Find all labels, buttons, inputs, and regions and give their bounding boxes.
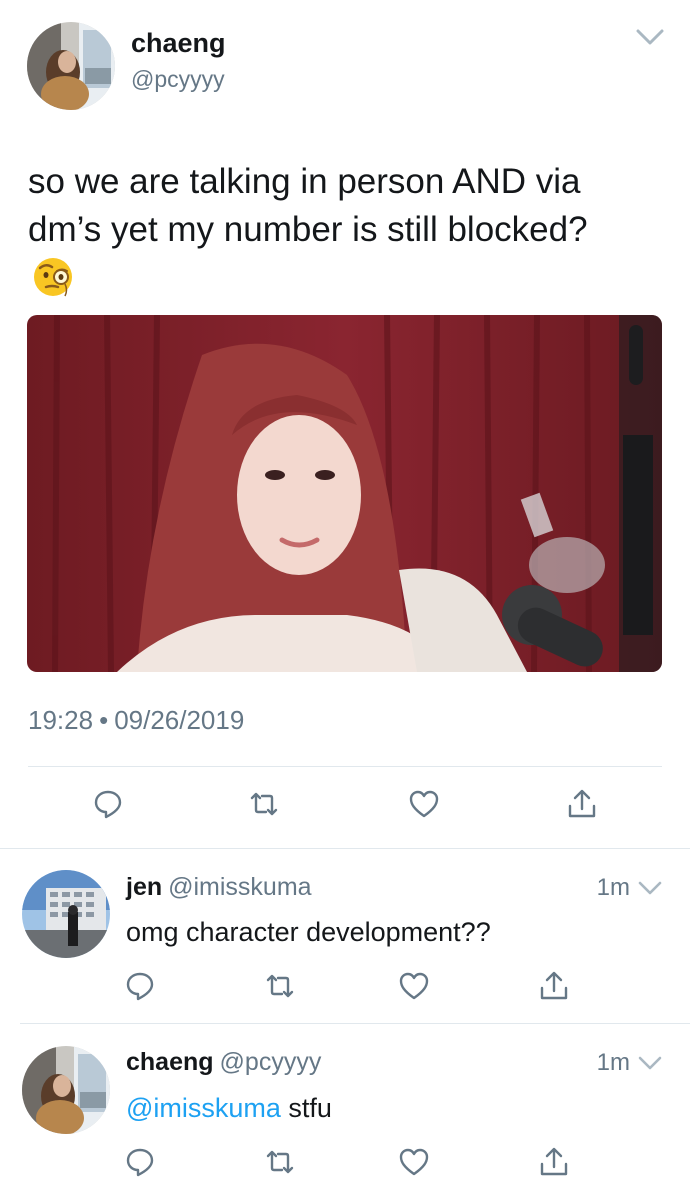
like-icon[interactable] — [408, 788, 440, 820]
tweet-text: so we are talking in person AND via dm’s… — [28, 158, 668, 254]
handle[interactable]: @imisskuma — [168, 873, 311, 901]
reply-text-body: stfu — [280, 1093, 332, 1123]
tweet-text-line: dm’s yet my number is still blocked? — [28, 210, 588, 249]
tweet-text-line: so we are talking in person AND via — [28, 162, 581, 201]
reply-icon[interactable] — [124, 970, 156, 1002]
reply-age: 1m — [596, 874, 630, 901]
avatar[interactable] — [22, 870, 110, 958]
display-name[interactable]: jen — [126, 873, 162, 901]
share-icon[interactable] — [566, 788, 598, 820]
reply-author[interactable]: jen @imisskuma — [126, 873, 312, 902]
divider — [20, 1023, 690, 1024]
display-name[interactable]: chaeng — [131, 28, 226, 59]
mention-link[interactable]: @imisskuma — [126, 1093, 281, 1123]
reply-actions — [0, 1146, 690, 1186]
reply-text: @imisskuma stfu — [126, 1093, 332, 1124]
reply-author[interactable]: chaeng @pcyyyy — [126, 1048, 321, 1077]
retweet-icon[interactable] — [264, 970, 296, 1002]
reply-age: 1m — [596, 1049, 630, 1076]
tweet-date: 09/26/2019 — [114, 705, 245, 735]
tweet-actions — [0, 788, 690, 828]
main-tweet: chaeng @pcyyyy so we are talking in pers… — [0, 0, 690, 848]
divider — [0, 848, 690, 849]
reply-text: omg character development?? — [126, 917, 491, 947]
handle[interactable]: @pcyyyy — [131, 66, 225, 93]
like-icon[interactable] — [398, 1146, 430, 1178]
tweet-media-image[interactable] — [27, 315, 662, 672]
reply-icon[interactable] — [92, 788, 124, 820]
reply-icon[interactable] — [124, 1146, 156, 1178]
handle[interactable]: @pcyyyy — [220, 1048, 322, 1076]
share-icon[interactable] — [538, 1146, 570, 1178]
tweet-time: 19:28 — [28, 705, 94, 735]
like-icon[interactable] — [398, 970, 430, 1002]
avatar[interactable] — [27, 22, 115, 110]
avatar[interactable] — [22, 1046, 110, 1134]
chevron-down-icon[interactable] — [638, 880, 662, 896]
retweet-icon[interactable] — [248, 788, 280, 820]
tweet-timestamp: 19:28 • 09/26/2019 — [28, 705, 244, 736]
divider — [28, 766, 662, 767]
display-name[interactable]: chaeng — [126, 1048, 214, 1076]
share-icon[interactable] — [538, 970, 570, 1002]
retweet-icon[interactable] — [264, 1146, 296, 1178]
reply-actions — [0, 970, 690, 1010]
chevron-down-icon[interactable] — [636, 28, 664, 46]
face-with-monocle-icon — [34, 258, 72, 297]
chevron-down-icon[interactable] — [638, 1055, 662, 1071]
separator: • — [99, 705, 109, 735]
